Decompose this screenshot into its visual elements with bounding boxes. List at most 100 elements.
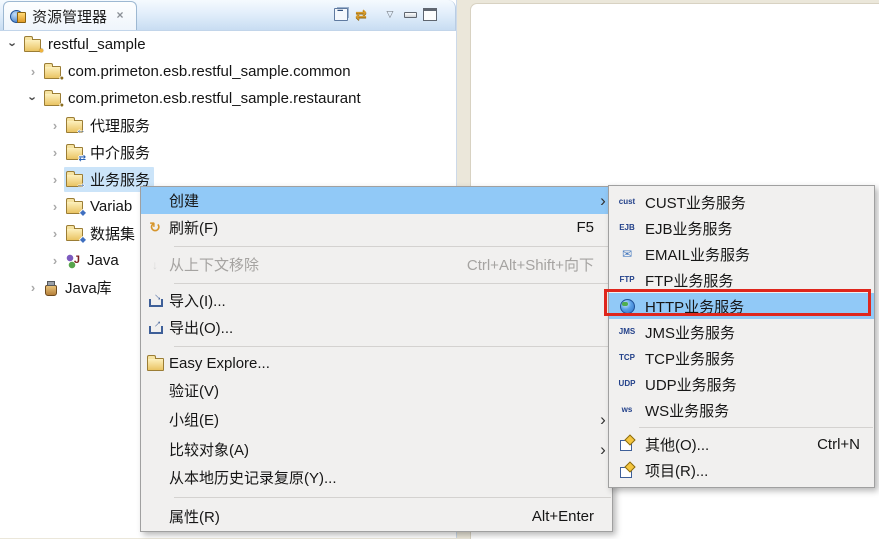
tree-item[interactable]: 代理服务 [0, 112, 455, 139]
tree-item[interactable]: com.primeton.esb.restful_sample.restaura… [0, 85, 455, 112]
package-icon [44, 90, 64, 109]
maximize-icon [423, 8, 437, 21]
tree-item[interactable]: com.primeton.esb.restful_sample.common [0, 58, 455, 85]
submenu-item[interactable]: cust CUST业务服务 [609, 189, 874, 215]
folder-icon [146, 355, 164, 371]
menu-icon-gutter [141, 258, 169, 272]
tree-item-label: com.primeton.esb.restful_sample.common [68, 63, 351, 80]
submenu-item[interactable]: 项目(R)... [609, 457, 874, 484]
create-submenu: cust CUST业务服务 EJB EJB业务服务 EMAIL业务服务 FTP FTP业务服… [608, 185, 875, 488]
menu-icon-gutter: JMS [609, 328, 645, 336]
context-menu-item[interactable]: 刷新(F) F5 [141, 214, 612, 241]
ftp-icon: FTP [619, 275, 635, 284]
context-menu-item[interactable]: 创建 [141, 187, 612, 214]
submenu-item[interactable]: TCP TCP业务服务 [609, 345, 874, 371]
menu-separator [141, 241, 612, 251]
maximize-button[interactable] [420, 4, 440, 26]
context-menu: 创建刷新(F) F5 从上下文移除 Ctrl+Alt+Shift+向下导入(I)...… [140, 186, 613, 532]
context-menu-item[interactable]: Easy Explore... [141, 350, 612, 377]
menu-item-label: Easy Explore... [169, 355, 270, 372]
collapsed-chevron-icon[interactable] [46, 200, 64, 213]
menu-item-shortcut: Alt+Enter [531, 508, 594, 525]
tcp-icon: TCP [619, 353, 635, 362]
link-with-editor-button[interactable] [351, 4, 371, 26]
import-icon [147, 293, 164, 309]
submenu-item[interactable]: 其他(O)... Ctrl+N [609, 431, 874, 457]
menu-icon-gutter: EJB [609, 224, 645, 232]
menu-item-label: WS业务服务 [645, 402, 730, 420]
remove-from-context-icon [152, 258, 158, 272]
minimize-icon [403, 11, 417, 18]
expanded-chevron-icon[interactable] [7, 36, 20, 54]
view-menu-button[interactable] [380, 4, 400, 26]
submenu-item[interactable]: EMAIL业务服务 [609, 241, 874, 267]
chevron-down-icon [387, 9, 394, 20]
context-menu-item[interactable]: 导入(I)... [141, 287, 612, 314]
context-menu-item[interactable]: 小组(E) [141, 404, 612, 434]
minimize-button[interactable] [400, 4, 420, 26]
tab-title: 资源管理器 [32, 8, 108, 26]
udp-icon: UDP [618, 379, 636, 388]
tree-item-label: restful_sample [48, 36, 146, 53]
cust-icon: cust [618, 197, 636, 206]
project-folder-icon [24, 36, 44, 55]
ejb-icon: EJB [619, 223, 635, 232]
menu-item-label: 小组(E) [169, 411, 219, 429]
new-project-icon [619, 463, 635, 479]
tree-item[interactable]: 中介服务 [0, 139, 455, 166]
collapsed-chevron-icon[interactable] [46, 173, 64, 186]
collapsed-chevron-icon[interactable] [24, 281, 42, 294]
submenu-item[interactable]: UDP UDP业务服务 [609, 371, 874, 397]
close-icon[interactable] [113, 9, 127, 23]
collapsed-chevron-icon[interactable] [46, 146, 64, 159]
context-menu-item[interactable]: 从本地历史记录复原(Y)... [141, 464, 612, 491]
menu-item-label: 创建 [169, 193, 200, 210]
tab-resource-explorer[interactable]: 资源管理器 [3, 1, 138, 30]
submenu-item[interactable]: FTP FTP业务服务 [609, 267, 874, 293]
tree-item-label: Java库 [65, 280, 112, 297]
tree-item-label: 代理服务 [90, 118, 151, 135]
new-wizard-icon [619, 436, 635, 452]
menu-item-label: 比较对象(A) [169, 441, 249, 459]
submenu-item[interactable]: ws WS业务服务 [609, 397, 874, 423]
resource-explorer-icon [10, 8, 26, 24]
menu-icon-gutter [609, 463, 645, 479]
tree-item-content: Java [64, 250, 123, 271]
collapse-all-button[interactable] [331, 4, 351, 26]
context-menu-item[interactable]: 比较对象(A) [141, 434, 612, 464]
tree-item-label: 中介服务 [90, 145, 151, 162]
menu-icon-gutter [609, 436, 645, 452]
email-icon [622, 248, 632, 260]
collapsed-chevron-icon[interactable] [46, 227, 64, 240]
menu-icon-gutter: cust [609, 198, 645, 206]
submenu-item[interactable]: HTTP业务服务 [609, 293, 874, 319]
submenu-item[interactable]: JMS JMS业务服务 [609, 319, 874, 345]
collapsed-chevron-icon[interactable] [46, 254, 64, 267]
tree-item-content: com.primeton.esb.restful_sample.common [42, 61, 355, 82]
tree-item-label: Variab [90, 198, 133, 215]
expanded-chevron-icon[interactable] [27, 90, 40, 108]
tree-item[interactable]: restful_sample [0, 31, 455, 58]
java-library-icon [43, 280, 59, 296]
context-menu-item[interactable]: 属性(R) Alt+Enter [141, 502, 612, 531]
menu-item-label: CUST业务服务 [645, 194, 746, 212]
context-menu-item[interactable]: 验证(V) [141, 377, 612, 404]
tree-item-content: 中介服务 [64, 140, 154, 165]
menu-icon-gutter [141, 355, 169, 371]
collapsed-chevron-icon[interactable] [24, 65, 42, 78]
refresh-icon [149, 219, 161, 236]
tree-item-content: Variab [64, 196, 136, 217]
tree-item-content: restful_sample [22, 34, 150, 55]
collapsed-chevron-icon[interactable] [46, 119, 64, 132]
java-icon [65, 252, 81, 269]
menu-separator [141, 278, 612, 287]
context-menu-item: 从上下文移除 Ctrl+Alt+Shift+向下 [141, 251, 612, 278]
ws-icon: ws [621, 405, 633, 414]
menu-item-label: 导出(O)... [169, 320, 234, 337]
context-menu-item[interactable]: 导出(O)... [141, 314, 612, 341]
menu-item-label: 从上下文移除 [169, 257, 260, 274]
proxy-service-folder-icon [66, 117, 86, 136]
tree-item-content: Java库 [42, 275, 116, 300]
menu-item-label: 导入(I)... [169, 293, 226, 310]
submenu-item[interactable]: EJB EJB业务服务 [609, 215, 874, 241]
